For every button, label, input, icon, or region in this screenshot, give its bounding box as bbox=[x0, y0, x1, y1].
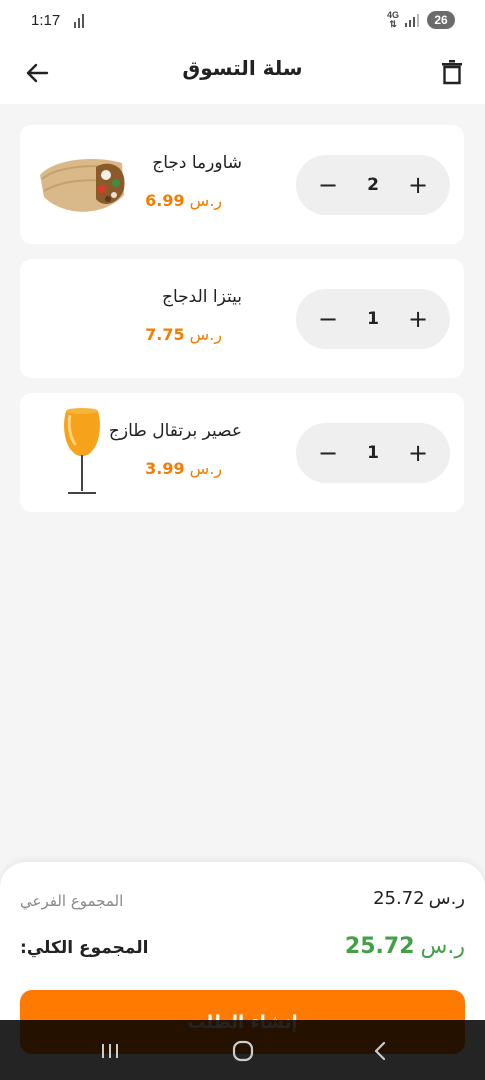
cart-item: شاورما دجاج 6.99 ر.س − 2 + bbox=[20, 125, 464, 244]
decrease-quantity-button[interactable]: − bbox=[318, 173, 338, 197]
nav-back-button[interactable] bbox=[360, 1036, 400, 1066]
decrease-quantity-button[interactable]: − bbox=[318, 441, 338, 465]
cart-item: بيتزا الدجاج 7.75 ر.س − 1 + bbox=[20, 259, 464, 378]
home-icon bbox=[232, 1040, 254, 1062]
subtotal-label: المجموع الفرعي bbox=[20, 892, 124, 910]
increase-quantity-button[interactable]: + bbox=[408, 441, 428, 465]
page-title: سلة التسوق bbox=[182, 56, 303, 80]
notification-signal-icon bbox=[74, 14, 84, 28]
quantity-stepper: − 2 + bbox=[296, 155, 450, 215]
status-indicators: 4G ⇅ 26 bbox=[387, 11, 455, 29]
home-button[interactable] bbox=[223, 1036, 263, 1066]
system-nav-bar bbox=[0, 1020, 485, 1080]
quantity-value: 1 bbox=[367, 309, 379, 329]
increase-quantity-button[interactable]: + bbox=[408, 307, 428, 331]
quantity-stepper: − 1 + bbox=[296, 289, 450, 349]
decrease-quantity-button[interactable]: − bbox=[318, 307, 338, 331]
chevron-left-icon bbox=[374, 1041, 386, 1061]
network-type: 4G ⇅ bbox=[386, 10, 399, 29]
quantity-stepper: − 1 + bbox=[296, 423, 450, 483]
battery-indicator: 26 bbox=[427, 11, 455, 29]
trash-icon bbox=[442, 60, 462, 85]
status-time: 1:17 bbox=[31, 12, 61, 29]
item-name: بيتزا الدجاج bbox=[162, 287, 242, 307]
quantity-value: 2 bbox=[367, 175, 379, 195]
item-price: 7.75 ر.س bbox=[145, 325, 222, 344]
item-name: عصير برتقال طازج bbox=[108, 421, 242, 441]
cell-signal-icon bbox=[405, 14, 419, 27]
orange-juice-image bbox=[64, 408, 100, 494]
shawarma-image bbox=[40, 159, 125, 212]
app-bar: سلة التسوق bbox=[0, 42, 485, 104]
item-name: شاورما دجاج bbox=[152, 153, 242, 173]
quantity-value: 1 bbox=[367, 443, 379, 463]
recent-apps-button[interactable] bbox=[90, 1036, 130, 1066]
status-bar: 1:17 4G ⇅ 26 bbox=[0, 0, 485, 42]
item-price: 3.99 ر.س bbox=[145, 459, 222, 478]
clear-cart-button[interactable] bbox=[437, 56, 467, 88]
total-label: :المجموع الكلي bbox=[20, 938, 149, 958]
cart-item: عصير برتقال طازج 3.99 ر.س − 1 + bbox=[20, 393, 464, 512]
item-price: 6.99 ر.س bbox=[145, 191, 222, 210]
subtotal-value: 25.72 ر.س bbox=[373, 888, 465, 909]
increase-quantity-button[interactable]: + bbox=[408, 173, 428, 197]
total-value: 25.72 ر.س bbox=[344, 934, 465, 959]
recent-apps-icon bbox=[102, 1044, 118, 1058]
